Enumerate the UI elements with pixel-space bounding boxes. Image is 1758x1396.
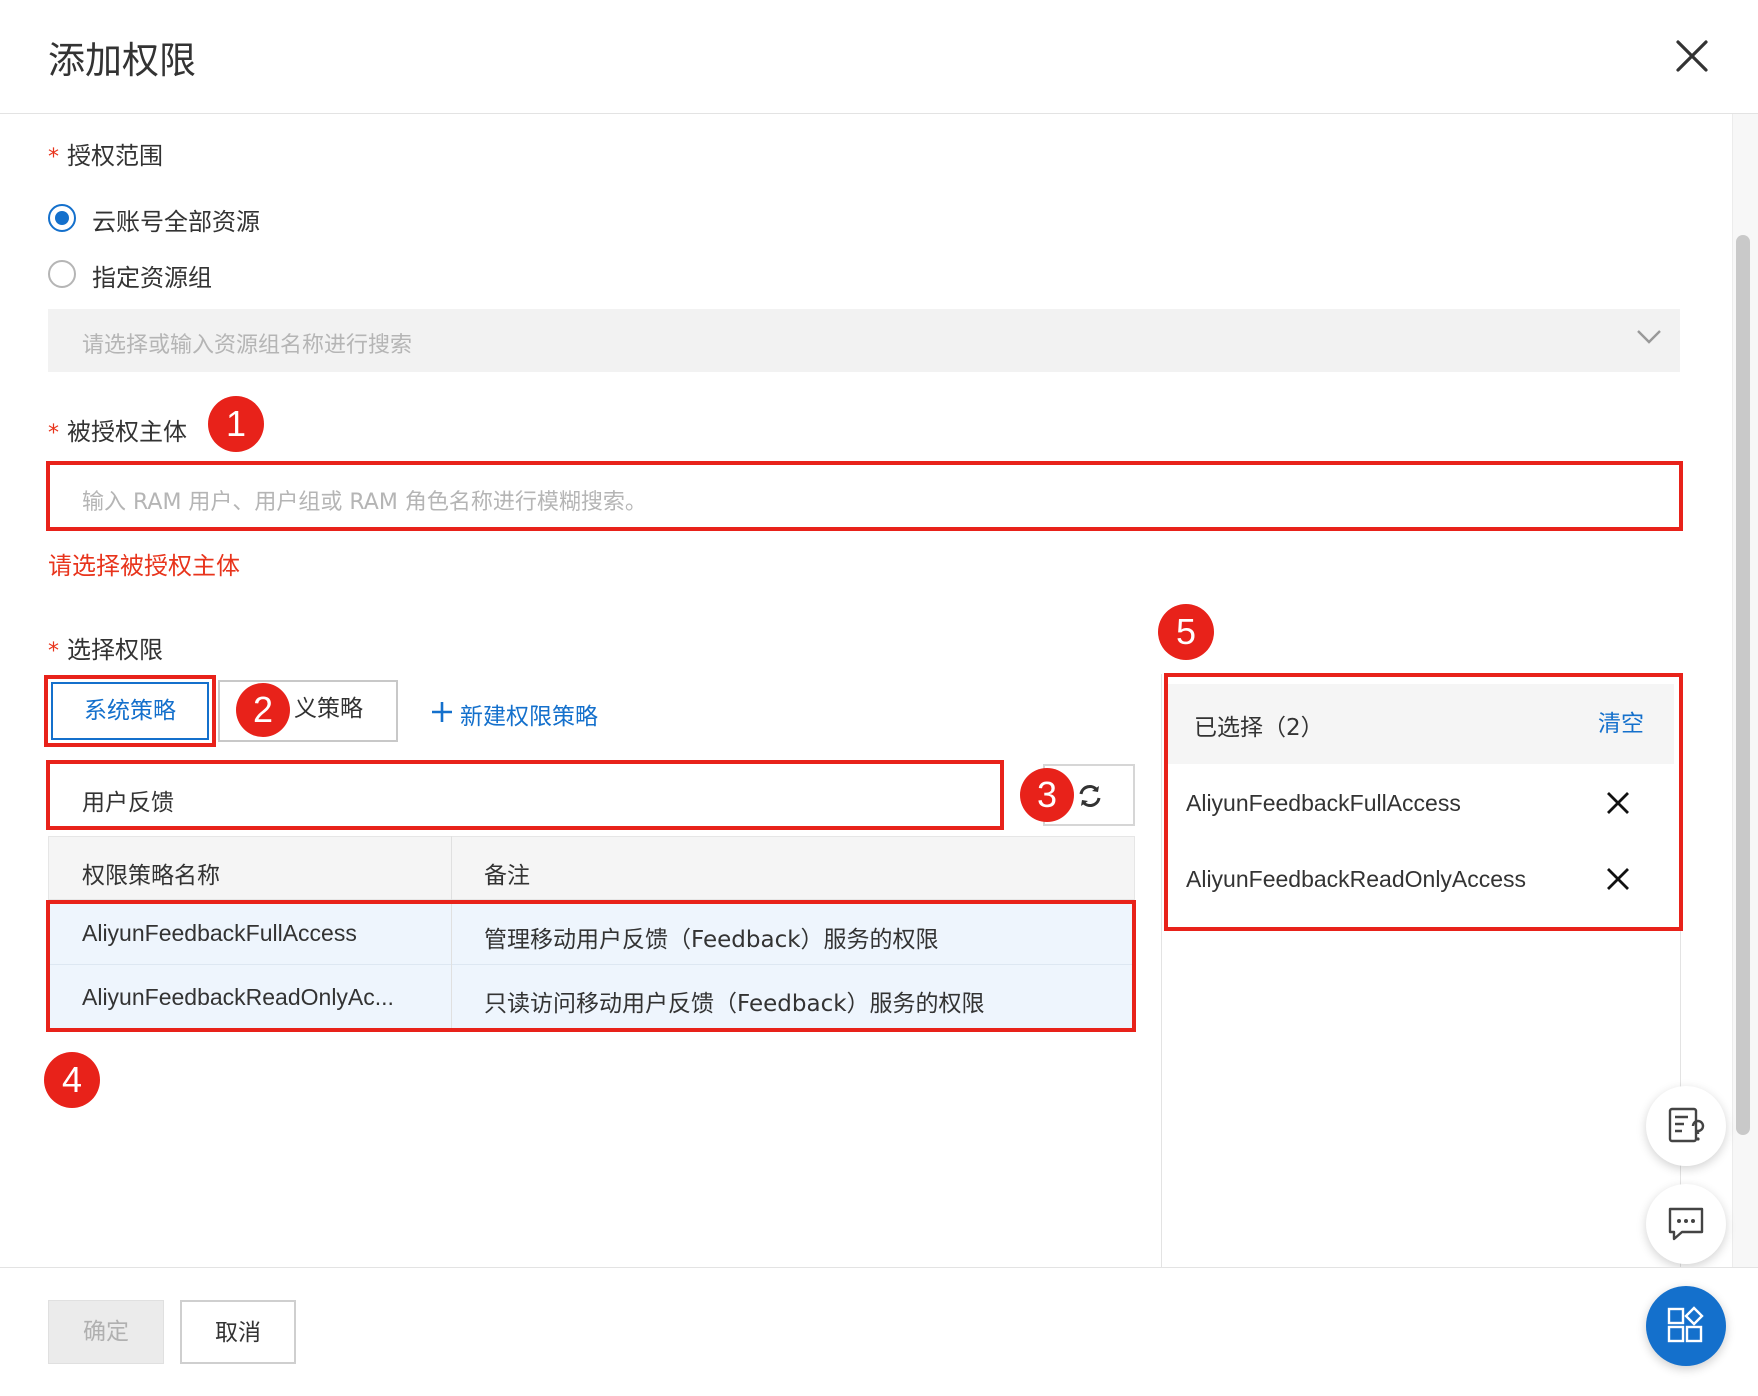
required-mark: * [48, 639, 59, 664]
principal-placeholder: 输入 RAM 用户、用户组或 RAM 角色名称进行模糊搜索。 [82, 490, 647, 515]
radio-all-resources-label[interactable]: 云账号全部资源 [92, 202, 260, 237]
policy-search-value: 用户反馈 [82, 790, 174, 816]
close-icon[interactable] [1672, 36, 1712, 76]
resource-group-placeholder: 请选择或输入资源组名称进行搜索 [82, 333, 413, 358]
annotation-badge-5: 5 [1158, 604, 1214, 660]
scrollbar-thumb[interactable] [1736, 235, 1750, 1135]
dialog-header [0, 0, 1758, 114]
required-mark: * [48, 145, 59, 170]
annotation-badge-1: 1 [208, 396, 264, 452]
radio-resource-group-label[interactable]: 指定资源组 [92, 258, 212, 293]
apps-button[interactable] [1646, 1286, 1726, 1366]
annotation-badge-3: 3 [1020, 768, 1074, 822]
chevron-down-icon[interactable] [1636, 328, 1662, 350]
tab-system-policy[interactable]: 系统策略 [44, 675, 216, 747]
column-header-note: 备注 [484, 863, 530, 889]
chat-button[interactable] [1646, 1184, 1726, 1264]
annotation-badge-4: 4 [44, 1052, 100, 1108]
highlight-selected-list [1164, 673, 1683, 931]
column-header-name: 权限策略名称 [82, 863, 220, 889]
required-mark: * [48, 421, 59, 446]
refresh-icon[interactable] [1076, 782, 1104, 814]
principal-label: * 被授权主体 [48, 418, 187, 446]
highlight-table-rows [46, 900, 1136, 1032]
annotation-badge-2: 2 [236, 683, 290, 737]
help-doc-button[interactable] [1646, 1086, 1726, 1166]
dialog-title: 添加权限 [48, 39, 196, 82]
confirm-button[interactable]: 确定 [48, 1300, 164, 1364]
principal-error: 请选择被授权主体 [48, 552, 240, 580]
new-policy-link[interactable]: 新建权限策略 [460, 697, 598, 731]
cancel-button[interactable]: 取消 [180, 1300, 296, 1364]
radio-resource-group[interactable] [48, 260, 76, 288]
plus-icon[interactable] [430, 700, 454, 728]
permissions-label: * 选择权限 [48, 636, 163, 664]
radio-all-resources[interactable] [48, 204, 76, 232]
scope-label: * 授权范围 [48, 142, 163, 170]
policy-search-input[interactable] [46, 760, 1004, 830]
